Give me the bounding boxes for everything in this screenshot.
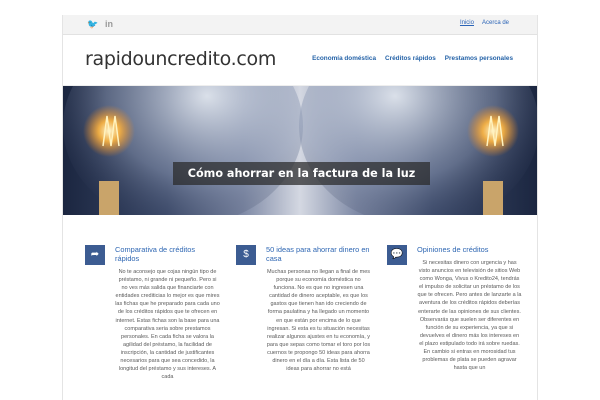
top-bar: 🐦 in Inicio Acerca de xyxy=(63,15,537,35)
top-nav-acerca-de[interactable]: Acerca de xyxy=(482,20,509,26)
main-nav-economia-domestica[interactable]: Economía doméstica xyxy=(312,55,376,62)
feature-column-opiniones: 💬 Opiniones de créditos Si necesitas din… xyxy=(387,245,522,372)
feature-text-ideas-ahorrar: Muchas personas no llegan a final de mes… xyxy=(266,269,371,373)
money-icon: $ xyxy=(236,245,256,265)
feature-text-comparativa: No te aconsejo que cojas ningún tipo de … xyxy=(115,269,220,381)
feature-column-comparativa: ➦ Comparativa de créditos rápidos No te … xyxy=(85,245,220,381)
site-header: rapidouncredito.com Economía doméstica C… xyxy=(63,35,537,86)
feature-text-opiniones: Si necesitas dinero con urgencia y has v… xyxy=(417,260,522,372)
feature-column-ideas-ahorrar: $ 50 ideas para ahorrar dinero en casa M… xyxy=(236,245,371,373)
linkedin-icon[interactable]: in xyxy=(104,19,114,29)
top-nav: Inicio Acerca de xyxy=(460,20,509,26)
share-arrow-icon: ➦ xyxy=(85,245,105,265)
site-logo[interactable]: rapidouncredito.com xyxy=(85,48,276,70)
main-nav-creditos-rapidos[interactable]: Créditos rápidos xyxy=(385,55,436,62)
feature-title-opiniones[interactable]: Opiniones de créditos xyxy=(417,245,522,254)
feature-title-ideas-ahorrar[interactable]: 50 ideas para ahorrar dinero en casa xyxy=(266,245,371,263)
page-container: 🐦 in Inicio Acerca de rapidouncredito.co… xyxy=(62,15,538,400)
hero-banner[interactable]: Cómo ahorrar en la factura de la luz xyxy=(63,86,537,215)
hero-caption[interactable]: Cómo ahorrar en la factura de la luz xyxy=(173,162,430,185)
social-links: 🐦 in xyxy=(87,19,114,29)
main-nav: Economía doméstica Créditos rápidos Pres… xyxy=(312,55,513,62)
main-nav-prestamos-personales[interactable]: Prestamos personales xyxy=(445,55,513,62)
light-bulbs-image xyxy=(63,86,537,215)
feature-title-comparativa[interactable]: Comparativa de créditos rápidos xyxy=(115,245,220,263)
comments-icon: 💬 xyxy=(387,245,407,265)
top-nav-inicio[interactable]: Inicio xyxy=(460,20,474,26)
twitter-icon[interactable]: 🐦 xyxy=(87,19,98,29)
